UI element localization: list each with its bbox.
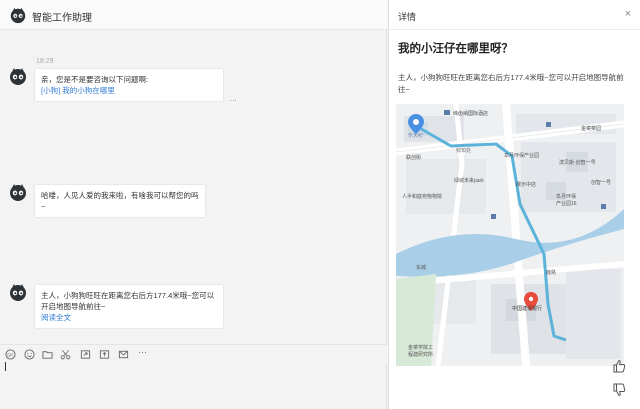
map-label: 阜月环保产业园 <box>504 152 539 159</box>
poi-icon <box>546 122 551 127</box>
chat-pane: 智能工作助理 18:29 亲，您是不是要咨询以下问题啊: [小狗] 我的小狗在哪… <box>0 0 387 409</box>
poi-icon <box>491 214 496 219</box>
forward-icon[interactable] <box>80 349 91 360</box>
question-link[interactable]: [小狗] 我的小狗在哪里 <box>41 85 217 96</box>
emoji-icon[interactable]: GIF <box>5 349 16 360</box>
article-title: 我的小汪仔在哪里呀？ <box>398 43 513 55</box>
message-more-icon[interactable]: ... <box>230 94 237 103</box>
map-label: 绿城未来park <box>454 177 484 184</box>
map-label: 金菜学院工 <box>408 344 433 351</box>
map-label: 碳示中店 <box>516 181 536 188</box>
chat-header: 智能工作助理 <box>0 0 387 30</box>
svg-text:GIF: GIF <box>7 352 14 357</box>
input-toolbar: GIF ··· <box>0 344 387 364</box>
bot-avatar[interactable] <box>9 6 27 24</box>
map-label: 产业园16 <box>556 200 577 207</box>
mail-icon[interactable] <box>118 349 129 360</box>
map-label: 乐天纪 <box>408 132 423 139</box>
message-text-continued: 开启地图导航前往~ <box>41 302 106 311</box>
bot-avatar[interactable] <box>8 282 28 302</box>
message-bubble: 亲，您是不是要咨询以下问题啊: [小狗] 我的小狗在哪里 <box>34 68 224 102</box>
image-icon[interactable] <box>99 349 110 360</box>
article-body: 主人，小狗狗旺旺在距离您右后方177.4米哦~您可以开启地图导航前往~ <box>398 73 624 94</box>
map-label: 联创街 <box>406 154 421 161</box>
map[interactable]: 缔齿纳国际酒店 乐天纪 联创街 鲜知处 绿城未来park 人半和庭宛物物院 阜月… <box>396 104 624 366</box>
poi-icon <box>601 204 606 209</box>
message-timestamp: 18:29 <box>36 58 54 65</box>
map-label: 程建研究所 <box>408 351 433 358</box>
map-canvas[interactable]: 缔齿纳国际酒店 乐天纪 联创街 鲜知处 绿城未来park 人半和庭宛物物院 阜月… <box>396 104 624 366</box>
detail-header: 详情 × <box>389 0 640 30</box>
hotel-icon <box>444 110 450 115</box>
map-label: 创智一号 <box>591 179 611 186</box>
detail-pane: 详情 × 我的小汪仔在哪里呀？ 主人，小狗狗旺旺在距离您右后方177.4米哦~您… <box>388 0 640 409</box>
thumbs-up-icon[interactable] <box>611 358 627 374</box>
chat-title: 智能工作助理 <box>32 13 92 24</box>
more-icon[interactable]: ··· <box>138 347 147 357</box>
text-input-caret[interactable] <box>5 362 6 371</box>
thumbs-down-icon[interactable] <box>611 382 627 398</box>
map-label: 缔齿纳国际酒店 <box>453 110 488 117</box>
map-label: 阜月环保 <box>556 193 576 200</box>
bot-avatar[interactable] <box>8 182 28 202</box>
bot-avatar[interactable] <box>8 66 28 86</box>
scissors-icon[interactable] <box>60 349 71 360</box>
map-label: 鲜知处 <box>456 147 471 154</box>
map-label: 人半和庭宛物物院 <box>402 193 442 200</box>
message-bubble: 主人，小狗狗旺旺在距离您右后方177.4米哦~您可以 开启地图导航前往~ 阅读全… <box>34 284 224 329</box>
map-label: 东城 <box>416 264 426 271</box>
map-label: 中国建设银行 <box>512 305 542 312</box>
detail-header-title: 详情 <box>398 12 417 22</box>
read-full-link[interactable]: 阅读全文 <box>41 312 217 323</box>
folder-icon[interactable] <box>42 349 53 360</box>
message-bubble: 哈喽，人见人爱的我来啦，有啥我可以帮您的吗~ <box>34 184 206 218</box>
close-icon[interactable]: × <box>625 9 631 20</box>
message-text: 哈喽，人见人爱的我来啦，有啥我可以帮您的吗~ <box>41 191 199 211</box>
smile-icon[interactable] <box>24 349 35 360</box>
map-label: 滨贝斯·创智一号 <box>559 159 596 166</box>
message-text: 亲，您是不是要咨询以下问题啊: <box>41 75 149 84</box>
map-label: 金菜菜园 <box>581 125 601 132</box>
map-label: 鹿路 <box>546 269 556 276</box>
message-text: 主人，小狗狗旺旺在距离您右后方177.4米哦~您可以 <box>41 291 215 300</box>
